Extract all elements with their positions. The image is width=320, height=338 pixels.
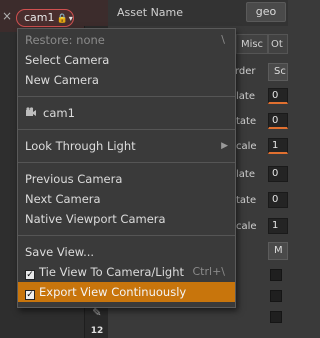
camera-name: cam1 xyxy=(24,11,55,24)
camera-menu-button[interactable]: cam1 🔒▾ xyxy=(16,9,74,27)
submenu-arrow-icon: ▶ xyxy=(221,141,228,151)
param-label: rder xyxy=(235,66,256,77)
menu-item-label: Previous Camera xyxy=(25,172,123,186)
menu-separator xyxy=(18,235,235,236)
menu-item-save-view[interactable]: Save View... xyxy=(18,242,235,262)
param-order-button[interactable]: Sc xyxy=(268,63,288,81)
camera-dropdown-menu: Restore: none \ Select Camera New Camera… xyxy=(17,28,236,308)
asset-name-row: Asset Name geo xyxy=(108,0,288,26)
menu-shortcut: Ctrl+\ xyxy=(192,265,226,278)
menu-separator xyxy=(18,162,235,163)
menu-item-export-view[interactable]: ✓ Export View Continuously xyxy=(18,282,235,302)
menu-item-camera-cam1[interactable]: cam1 xyxy=(18,103,235,123)
param-label: late xyxy=(236,169,255,180)
menu-item-previous-camera[interactable]: Previous Camera xyxy=(18,169,235,189)
menu-item-new-camera[interactable]: New Camera xyxy=(18,70,235,90)
menu-item-label: Export View Continuously xyxy=(39,285,187,299)
tab-misc[interactable]: Misc xyxy=(236,34,268,54)
menu-item-label: Save View... xyxy=(25,245,95,259)
param-label: cale xyxy=(236,221,257,232)
menu-item-tie-view[interactable]: ✓ Tie View To Camera/Light Ctrl+\ xyxy=(18,262,235,282)
param-label: cale xyxy=(236,141,257,152)
asset-name-label: Asset Name xyxy=(117,6,184,19)
chevron-down-icon: ▾ xyxy=(68,14,73,23)
param-label: tate xyxy=(236,195,257,206)
menu-item-next-camera[interactable]: Next Camera xyxy=(18,189,235,209)
menu-separator xyxy=(18,129,235,130)
menu-item-native-viewport-camera[interactable]: Native Viewport Camera xyxy=(18,209,235,229)
camera-icon xyxy=(25,105,39,125)
menu-item-restore: Restore: none \ xyxy=(18,30,235,50)
param-checkbox[interactable] xyxy=(270,311,282,323)
param-checkbox[interactable] xyxy=(270,290,282,302)
param-translate-field[interactable]: 0 xyxy=(268,166,288,182)
menu-item-label: Tie View To Camera/Light xyxy=(39,265,185,279)
lock-icon: 🔒 xyxy=(56,14,68,24)
param-scale-field[interactable]: 1 xyxy=(268,218,288,234)
toolbar-count-badge: 12 xyxy=(90,326,104,336)
menu-separator xyxy=(18,96,235,97)
menu-item-label: Look Through Light xyxy=(25,139,136,153)
param-scale-field[interactable]: 1 xyxy=(268,138,288,154)
param-label: tate xyxy=(236,116,257,127)
close-icon[interactable]: × xyxy=(2,9,14,23)
param-rotate-field[interactable]: 0 xyxy=(268,113,288,129)
menu-item-look-through-light[interactable]: Look Through Light ▶ xyxy=(18,136,235,156)
menu-item-label: Restore: none xyxy=(25,33,105,47)
checkbox-checked-icon: ✓ xyxy=(25,270,35,280)
menu-shortcut: \ xyxy=(221,33,225,46)
asset-name-field[interactable]: geo xyxy=(246,2,286,22)
param-label: late xyxy=(236,91,255,102)
param-checkbox[interactable] xyxy=(270,269,282,281)
pen-tool-icon[interactable]: ✎ xyxy=(90,306,104,320)
param-rotate-field[interactable]: 0 xyxy=(268,192,288,208)
param-extra-button[interactable]: M xyxy=(268,242,288,260)
menu-item-label: cam1 xyxy=(43,106,75,120)
menu-item-label: Select Camera xyxy=(25,53,110,67)
menu-item-label: New Camera xyxy=(25,73,99,87)
tab-other[interactable]: Ot xyxy=(268,34,288,54)
menu-item-label: Native Viewport Camera xyxy=(25,212,166,226)
menu-item-label: Next Camera xyxy=(25,192,101,206)
checkbox-checked-icon: ✓ xyxy=(25,290,35,300)
menu-item-select-camera[interactable]: Select Camera xyxy=(18,50,235,70)
param-translate-field[interactable]: 0 xyxy=(268,88,288,104)
